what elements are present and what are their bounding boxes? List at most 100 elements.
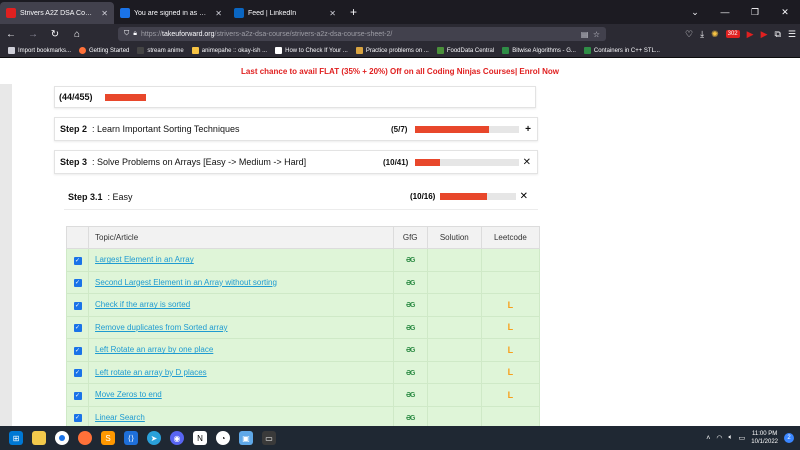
step-3-row[interactable]: Step 3 : Solve Problems on Arrays [Easy …: [54, 150, 538, 174]
gfg-icon[interactable]: ƏG: [406, 415, 415, 422]
new-tab-icon[interactable]: +: [350, 5, 357, 19]
topic-link[interactable]: Second Largest Element in an Array witho…: [95, 278, 277, 287]
reader-view-icon[interactable]: ▤: [581, 30, 589, 39]
battery-icon[interactable]: ▭: [739, 434, 746, 442]
restore-icon[interactable]: ❐: [740, 7, 770, 18]
gfg-icon: [502, 47, 510, 54]
bookmark-item[interactable]: Practice problems on ...: [355, 47, 429, 54]
clock[interactable]: 11:00 PM 10/1/2022: [751, 430, 778, 446]
gfg-icon[interactable]: ƏG: [406, 302, 415, 309]
gfg-icon[interactable]: ƏG: [406, 257, 415, 264]
forward-arrow-icon[interactable]: →: [22, 29, 44, 40]
volume-icon[interactable]: 🔈︎: [728, 434, 732, 442]
table-row: ✓ Move Zeros to end ƏG L: [65, 383, 541, 407]
tab-title: Feed | LinkedIn: [248, 9, 297, 17]
row-gfg-cell: ƏG: [392, 383, 428, 407]
close-tab-icon[interactable]: ✕: [329, 9, 336, 18]
header-gfg: GfG: [392, 226, 428, 249]
row-checkbox-cell: ✓: [65, 360, 90, 384]
gfg-icon[interactable]: ƏG: [406, 370, 415, 377]
discord-icon[interactable]: ◉: [170, 431, 184, 445]
leetcode-icon[interactable]: L: [508, 345, 514, 355]
checked-checkbox[interactable]: ✓: [73, 391, 82, 400]
topic-link[interactable]: Remove duplicates from Sorted array: [95, 323, 228, 332]
notification-badge[interactable]: 2: [784, 433, 794, 443]
app-icon[interactable]: ▭: [262, 431, 276, 445]
telegram-icon[interactable]: ➤: [147, 431, 161, 445]
youtube-extension-icon[interactable]: ▶: [747, 29, 754, 40]
home-icon[interactable]: ⌂: [66, 29, 88, 40]
leetcode-icon[interactable]: L: [508, 390, 514, 400]
leetcode-icon[interactable]: L: [508, 322, 514, 332]
checked-checkbox[interactable]: ✓: [73, 279, 82, 288]
row-checkbox-cell: ✓: [65, 338, 90, 362]
topic-link[interactable]: Linear Search: [95, 413, 145, 422]
bookmark-item[interactable]: How to Check If Your ...: [275, 47, 348, 54]
vscode-icon[interactable]: ⟨⟩: [124, 431, 138, 445]
pocket-icon[interactable]: ♡: [685, 29, 693, 40]
bookmark-item[interactable]: animepahe :: okay-ish ...: [191, 47, 267, 54]
lock-icon[interactable]: 🔒︎: [133, 30, 137, 38]
wifi-icon[interactable]: ◠: [716, 434, 722, 442]
bookmark-item[interactable]: FoodData Central: [436, 47, 494, 54]
minimize-icon[interactable]: —: [710, 7, 740, 17]
clock-app-icon[interactable]: ◔: [216, 431, 230, 445]
bookmark-item[interactable]: stream anime: [137, 47, 184, 54]
bookmark-item[interactable]: Getting Started: [79, 47, 129, 54]
chevron-up-icon[interactable]: ˄: [706, 435, 710, 442]
sublime-icon[interactable]: S: [101, 431, 115, 445]
bookmark-star-icon[interactable]: ☆: [593, 30, 600, 39]
expand-plus-icon[interactable]: +: [525, 124, 531, 135]
close-tab-icon[interactable]: ✕: [101, 9, 108, 18]
notion-icon[interactable]: N: [193, 431, 207, 445]
step-3-1-row[interactable]: Step 3.1 : Easy (10/16) ✕: [64, 184, 538, 210]
topic-link[interactable]: Left Rotate an array by one place: [95, 345, 213, 354]
chevron-down-icon[interactable]: ⌄: [680, 7, 710, 18]
photos-icon[interactable]: ▣: [239, 431, 253, 445]
tab-signed-in[interactable]: You are signed in as btcse21005 ✕: [114, 2, 228, 24]
youtube-extension-icon-2[interactable]: ▶: [761, 29, 768, 40]
windows-start-icon[interactable]: ⊞: [9, 431, 23, 445]
bookmark-item[interactable]: Import bookmarks...: [8, 47, 71, 54]
problems-table: Topic/Article GfG Solution Leetcode ✓ Lar…: [65, 226, 541, 426]
checked-checkbox[interactable]: ✓: [73, 346, 82, 355]
promo-banner[interactable]: Last chance to avail FLAT (35% + 20%) Of…: [0, 58, 800, 84]
checked-checkbox[interactable]: ✓: [73, 369, 82, 378]
bookmark-item[interactable]: Bitwise Algorithms - G...: [502, 47, 576, 54]
gfg-icon[interactable]: ƏG: [406, 325, 415, 332]
back-arrow-icon[interactable]: ←: [0, 29, 22, 40]
leetcode-icon[interactable]: L: [508, 367, 514, 377]
reload-icon[interactable]: ↻: [44, 29, 66, 40]
extension-badge[interactable]: 302: [725, 30, 740, 38]
gfg-icon[interactable]: ƏG: [406, 347, 415, 354]
checked-checkbox[interactable]: ✓: [73, 414, 82, 423]
step-2-row[interactable]: Step 2 : Learn Important Sorting Techniq…: [54, 117, 538, 141]
bookmark-item[interactable]: Containers in C++ STL...: [583, 47, 660, 54]
extensions-icon[interactable]: ⧉: [774, 29, 780, 40]
download-icon[interactable]: ⤓: [700, 29, 704, 40]
file-explorer-icon[interactable]: [32, 431, 46, 445]
leetcode-icon[interactable]: L: [508, 300, 514, 310]
checked-checkbox[interactable]: ✓: [73, 301, 82, 310]
tab-strivers[interactable]: Strivers A2Z DSA Course/Sheet ✕: [0, 2, 114, 24]
row-topic-cell: Move Zeros to end: [88, 383, 394, 407]
tab-linkedin[interactable]: Feed | LinkedIn ✕: [228, 2, 342, 24]
checked-checkbox[interactable]: ✓: [73, 256, 82, 265]
address-bar[interactable]: ⛉ 🔒︎ https://takeuforward.org/strivers-a…: [118, 27, 606, 41]
shield-icon[interactable]: ⛉: [124, 30, 129, 38]
sun-extension-icon[interactable]: ✺: [711, 29, 719, 40]
firefox-icon[interactable]: [78, 431, 92, 445]
menu-icon[interactable]: ☰: [788, 29, 796, 40]
chrome-icon[interactable]: [55, 431, 69, 445]
close-window-icon[interactable]: ✕: [770, 7, 800, 18]
close-tab-icon[interactable]: ✕: [215, 9, 222, 18]
topic-link[interactable]: Largest Element in an Array: [95, 255, 194, 264]
topic-link[interactable]: Move Zeros to end: [95, 390, 162, 399]
collapse-x-icon[interactable]: ✕: [520, 191, 528, 202]
collapse-x-icon[interactable]: ✕: [523, 157, 531, 168]
gfg-icon[interactable]: ƏG: [406, 392, 415, 399]
topic-link[interactable]: Check if the array is sorted: [95, 300, 190, 309]
topic-link[interactable]: Left rotate an array by D places: [95, 368, 207, 377]
checked-checkbox[interactable]: ✓: [73, 324, 82, 333]
gfg-icon[interactable]: ƏG: [406, 280, 415, 287]
